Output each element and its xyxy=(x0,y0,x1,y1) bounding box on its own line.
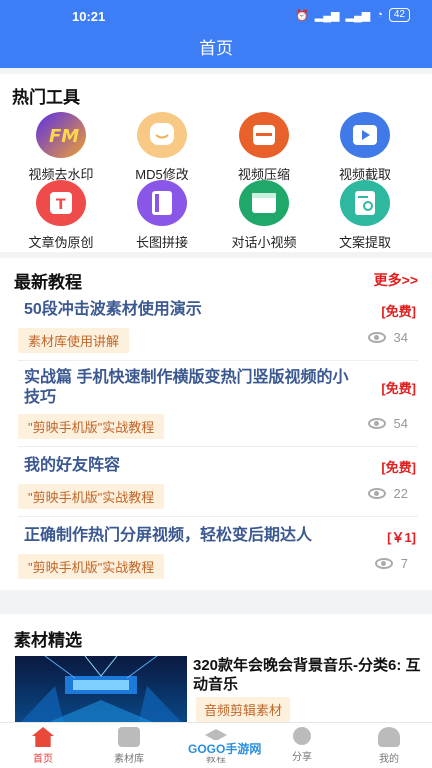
tutorial-title: 我的好友阵容 xyxy=(24,457,121,474)
tutorial-price: [免费] xyxy=(381,460,416,475)
divider xyxy=(18,360,418,361)
svg-text:T: T xyxy=(56,197,66,213)
tab-label: 分享 xyxy=(292,752,312,763)
tool-text-extract[interactable]: 文案提取 xyxy=(315,180,415,251)
material-title[interactable]: 320款年会晚会背景音乐-分类6: 互动音乐 xyxy=(193,656,423,694)
tool-video-watermark-remove[interactable]: FM 视频去水印 xyxy=(11,112,111,183)
divider xyxy=(18,516,418,517)
hot-tools-title: 热门工具 xyxy=(12,88,80,107)
fm-logo-icon: FM xyxy=(36,112,86,158)
tab-materials[interactable]: 素材库 xyxy=(86,727,172,765)
latest-tutorials-title: 最新教程 xyxy=(14,273,82,292)
tutorial-views: 7 xyxy=(374,556,408,571)
tutorial-price: [免费] xyxy=(381,304,416,319)
tutorial-tag: "剪映手机版"实战教程 xyxy=(18,484,165,509)
battery-icon: 42 xyxy=(388,8,410,22)
book-icon xyxy=(137,180,187,226)
tutorial-title: 实战篇 手机快速制作横版变热门竖版视频的小技巧 xyxy=(24,369,349,406)
inbox-icon xyxy=(118,727,140,747)
tool-article-rewrite[interactable]: T 文章伪原创 xyxy=(11,180,111,251)
app-bar: 首页 xyxy=(0,32,432,68)
tutorial-tag: 素材库使用讲解 xyxy=(18,328,130,353)
tab-mine[interactable]: 我的 xyxy=(346,727,432,765)
tutorial-item[interactable]: 正确制作热门分屏视频，轻松变后期达人 [￥1] "剪映手机版"实战教程 7 xyxy=(18,526,418,584)
tutorial-price: [免费] xyxy=(381,381,416,396)
tool-dialog-video[interactable]: 对话小视频 xyxy=(214,180,314,251)
signal-icon: ▂▄▆ xyxy=(314,9,340,22)
compress-icon xyxy=(239,112,289,158)
tutorial-item[interactable]: 我的好友阵容 [免费] "剪映手机版"实战教程 22 xyxy=(18,456,418,514)
eye-icon xyxy=(367,332,386,343)
tool-label: 文章伪原创 xyxy=(28,235,94,250)
eye-icon xyxy=(367,488,386,499)
tutorial-view-count: 54 xyxy=(393,416,408,431)
tutorial-price: [￥1] xyxy=(387,530,416,545)
svg-text:FM: FM xyxy=(49,126,79,147)
tool-label: 文案提取 xyxy=(338,235,391,250)
tutorial-tag: "剪映手机版"实战教程 xyxy=(18,414,165,439)
tutorial-tag: "剪映手机版"实战教程 xyxy=(18,554,165,579)
tool-video-cut[interactable]: 视频截取 xyxy=(315,112,415,183)
status-time: 10:21 xyxy=(72,9,106,24)
featured-materials-title: 素材精选 xyxy=(14,631,82,650)
tutorial-views: 34 xyxy=(367,330,408,345)
hot-tools-section: 热门工具 FM 视频去水印 MD5修改 视频压缩 视频截取 T 文章伪原创 长图… xyxy=(0,74,432,252)
tool-video-compress[interactable]: 视频压缩 xyxy=(214,112,314,183)
signal-2-icon: ▂▄▆ xyxy=(345,9,371,22)
tutorial-views: 54 xyxy=(367,416,408,431)
watermark: GOGO手游网 xyxy=(185,740,265,757)
wifi-icon: ◔ xyxy=(376,9,383,21)
tab-share[interactable]: 分享 xyxy=(259,727,345,763)
film-icon xyxy=(239,180,289,226)
clipboard-search-icon xyxy=(340,180,390,226)
tutorial-view-count: 34 xyxy=(393,330,408,345)
smile-icon xyxy=(137,112,187,158)
tool-long-image-stitch[interactable]: 长图拼接 xyxy=(112,180,212,251)
more-link[interactable]: 更多>> xyxy=(374,270,418,290)
eye-icon xyxy=(374,558,393,569)
status-icons: ⏰ ▂▄▆ ▂▄▆ ◔ 42 xyxy=(295,8,410,22)
tab-home[interactable]: 首页 xyxy=(0,727,86,765)
tab-label: 素材库 xyxy=(114,754,144,765)
tutorial-title: 正确制作热门分屏视频，轻松变后期达人 xyxy=(24,527,313,544)
tutorial-item[interactable]: 实战篇 手机快速制作横版变热门竖版视频的小技巧 [免费] "剪映手机版"实战教程… xyxy=(18,368,418,444)
tab-label: 我的 xyxy=(379,754,399,765)
eye-icon xyxy=(367,418,386,429)
user-icon xyxy=(378,727,400,747)
material-tag: 音频剪辑素材 xyxy=(196,697,291,722)
tool-label: 长图拼接 xyxy=(135,235,188,250)
tutorial-views: 22 xyxy=(367,486,408,501)
material-thumbnail[interactable] xyxy=(15,656,187,728)
status-bar: 10:21 ⏰ ▂▄▆ ▂▄▆ ◔ 42 xyxy=(0,0,432,32)
latest-tutorials-section: 最新教程 更多>> 50段冲击波素材使用演示 [免费] 素材库使用讲解 34 实… xyxy=(0,258,432,590)
alarm-icon: ⏰ xyxy=(295,9,309,22)
tool-label: 对话小视频 xyxy=(231,235,297,250)
tutorial-view-count: 22 xyxy=(393,486,408,501)
share-icon xyxy=(293,727,311,745)
tutorial-item[interactable]: 50段冲击波素材使用演示 [免费] 素材库使用讲解 34 xyxy=(18,300,418,358)
featured-materials-section: 素材精选 320款年会晚会背景音乐-分类6: 互动音乐 音频剪辑素材 xyxy=(0,614,432,728)
tool-md5-modify[interactable]: MD5修改 xyxy=(112,112,212,183)
text-icon: T xyxy=(36,180,86,226)
home-icon xyxy=(32,727,54,747)
divider xyxy=(18,446,418,447)
tutorial-title: 50段冲击波素材使用演示 xyxy=(24,301,202,318)
video-cut-icon xyxy=(340,112,390,158)
tab-label: 首页 xyxy=(33,754,53,765)
tutorial-view-count: 7 xyxy=(400,556,408,571)
page-title: 首页 xyxy=(199,39,233,58)
